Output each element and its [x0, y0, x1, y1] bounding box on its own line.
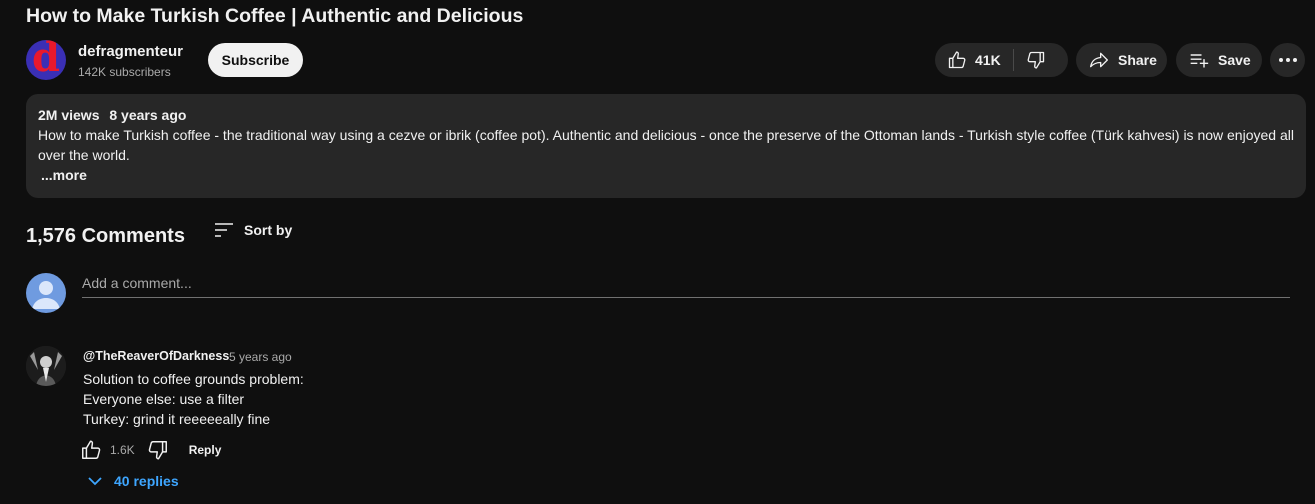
comment-avatar-image [26, 346, 66, 386]
share-button[interactable]: Share [1076, 43, 1167, 77]
comment-like-count: 1.6K [110, 443, 135, 457]
like-count: 41K [975, 52, 1001, 68]
chevron-down-icon [88, 477, 102, 486]
video-title: How to Make Turkish Coffee | Authentic a… [26, 5, 524, 27]
dislike-icon [1027, 51, 1044, 69]
comment-author[interactable]: @TheReaverOfDarkness [83, 349, 229, 363]
more-actions-button[interactable] [1270, 43, 1305, 77]
subscribe-button[interactable]: Subscribe [208, 43, 303, 77]
comment-text-line: Solution to coffee grounds problem: [83, 371, 304, 387]
comment-author-avatar[interactable] [26, 346, 66, 386]
sort-icon [215, 223, 233, 237]
channel-avatar[interactable]: d [26, 40, 66, 80]
channel-name[interactable]: defragmenteur [78, 43, 183, 60]
description-meta: 2M views 8 years ago [38, 107, 186, 123]
comment-text-line: Everyone else: use a filter [83, 391, 245, 407]
save-button[interactable]: Save [1176, 43, 1262, 77]
add-comment-input[interactable]: Add a comment... [82, 275, 1290, 298]
view-count: 2M views [38, 107, 100, 123]
replies-count: 40 replies [114, 473, 179, 489]
dislike-button[interactable] [1014, 43, 1046, 77]
comment-reply-button[interactable]: Reply [189, 443, 222, 457]
save-playlist-icon [1190, 54, 1209, 68]
share-icon [1090, 52, 1108, 68]
comment-text-line: Turkey: grind it reeeeeally fine [83, 411, 271, 427]
save-label: Save [1218, 52, 1251, 68]
comment-dislike-icon[interactable] [147, 439, 169, 461]
channel-avatar-letter: d [32, 40, 60, 80]
description-text: How to make Turkish coffee - the traditi… [38, 127, 1294, 163]
like-button[interactable]: 41K [935, 43, 1001, 77]
sort-by-label: Sort by [244, 222, 293, 238]
view-replies-button[interactable]: 40 replies [86, 473, 179, 489]
like-icon [948, 51, 966, 69]
description-more-link[interactable]: ...more [41, 167, 87, 183]
more-horizontal-icon [1278, 58, 1297, 62]
user-avatar[interactable] [26, 273, 66, 313]
comment-like-icon[interactable] [80, 439, 102, 461]
sort-by-button[interactable]: Sort by [214, 222, 292, 238]
user-avatar-icon [32, 281, 60, 309]
upload-age: 8 years ago [109, 107, 187, 123]
share-label: Share [1118, 52, 1157, 68]
like-dislike-group: 41K [935, 43, 1068, 77]
comment-time[interactable]: 5 years ago [229, 350, 292, 364]
subscriber-count: 142K subscribers [78, 65, 171, 79]
comment-actions: 1.6K Reply [80, 438, 221, 462]
description-box[interactable]: 2M views 8 years ago How to make Turkish… [26, 94, 1306, 198]
comments-count: 1,576 Comments [26, 225, 185, 247]
